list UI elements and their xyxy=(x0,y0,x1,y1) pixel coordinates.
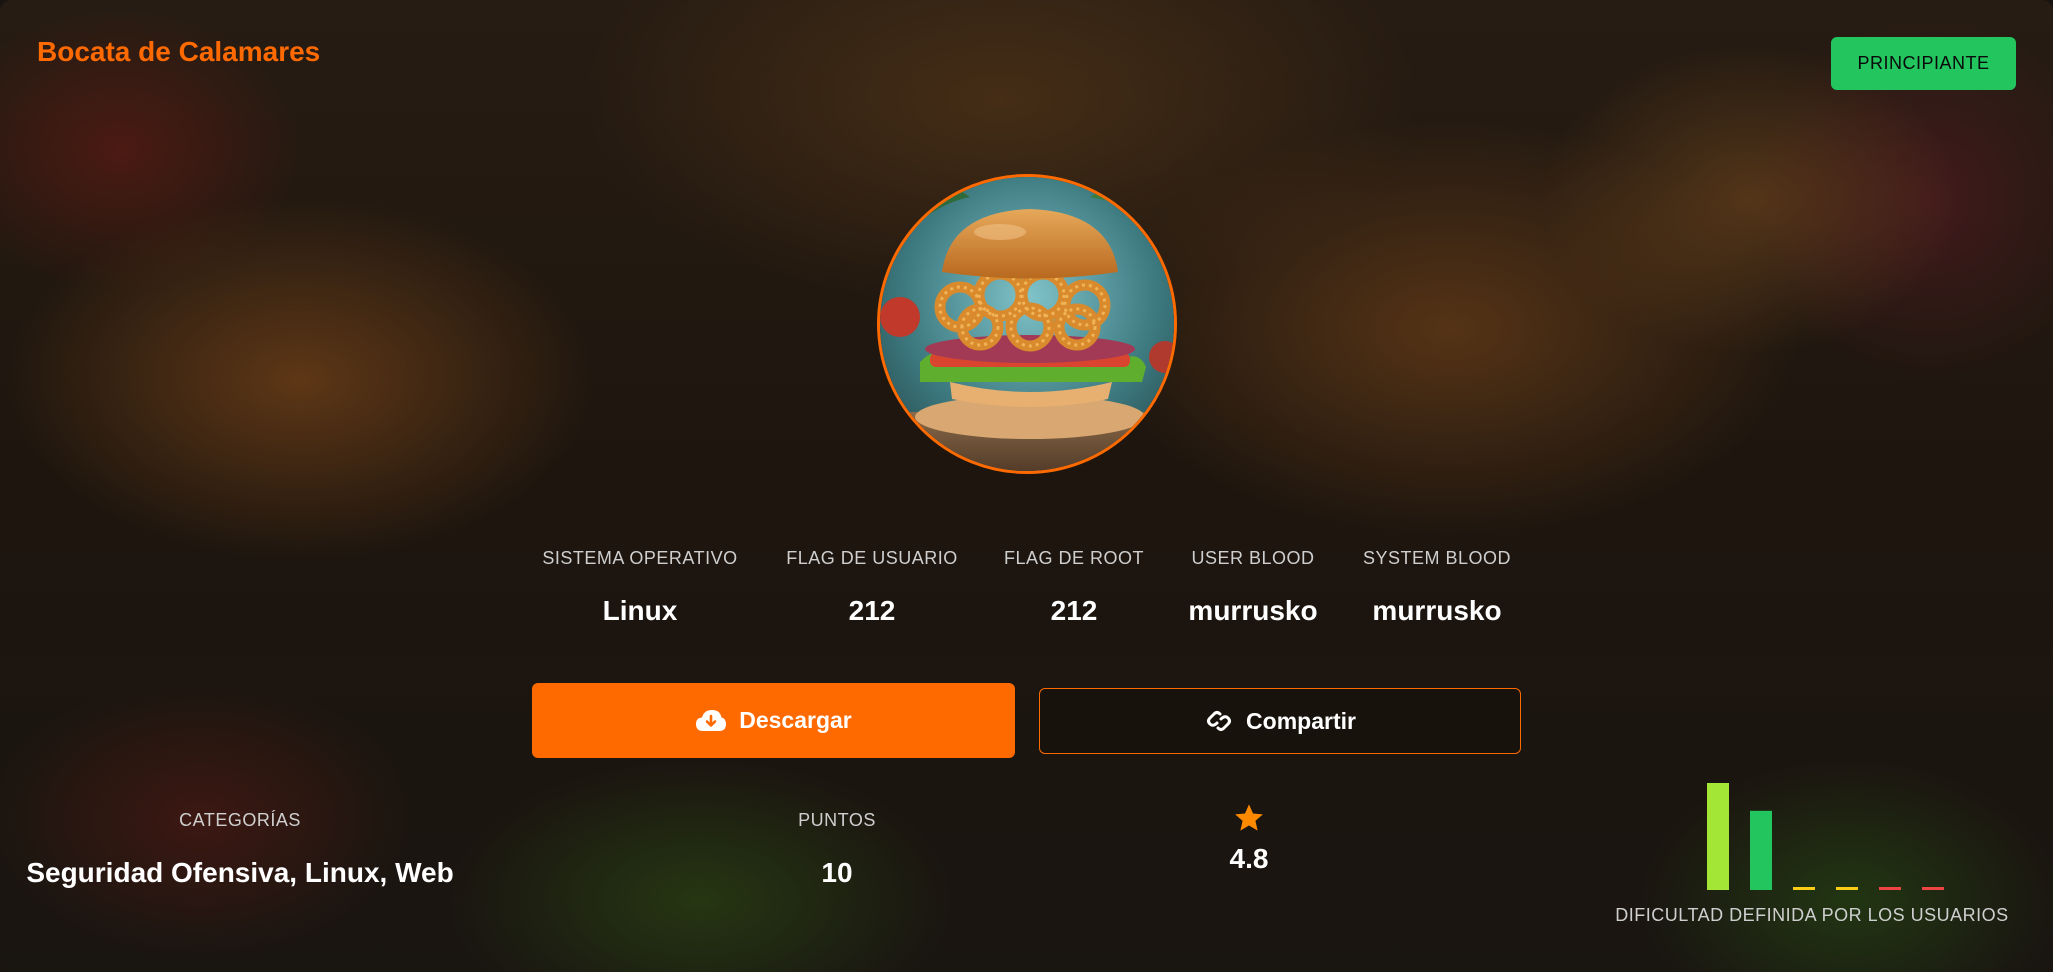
star-icon xyxy=(1235,804,1263,831)
level-badge[interactable]: PRINCIPIANTE xyxy=(1831,37,2016,90)
link-icon xyxy=(1207,711,1232,731)
points-label: PUNTOS xyxy=(798,810,876,830)
difficulty-bar-3 xyxy=(1793,887,1815,890)
stat-os-value: Linux xyxy=(602,595,678,626)
bocata-image xyxy=(880,177,1174,471)
rating-value: 4.8 xyxy=(1229,843,1269,874)
difficulty-bar-4 xyxy=(1836,887,1858,890)
machine-avatar xyxy=(877,174,1177,474)
stat-system-blood-label: SYSTEM BLOOD xyxy=(1362,548,1512,568)
difficulty-bar-6 xyxy=(1922,887,1944,890)
download-button-label: Descargar xyxy=(739,707,852,733)
stat-os: SISTEMA OPERATIVO Linux xyxy=(530,548,750,627)
stat-user-flag-label: FLAG DE USUARIO xyxy=(786,548,958,568)
machine-title: Bocata de Calamares xyxy=(37,36,321,67)
difficulty-bar-5 xyxy=(1879,887,1901,890)
cloud-download-icon xyxy=(696,709,727,731)
rating: 4.8 xyxy=(1149,802,1349,875)
categories-value: Seguridad Ofensiva, Linux, Web xyxy=(26,857,454,888)
stat-system-blood-value[interactable]: murrusko xyxy=(1327,595,1547,627)
difficulty-bar-2 xyxy=(1750,810,1772,890)
categories-label: CATEGORÍAS xyxy=(179,810,301,830)
difficulty-label: DIFICULTAD DEFINIDA POR LOS USUARIOS xyxy=(1615,905,2009,925)
stat-system-blood: SYSTEM BLOOD murrusko xyxy=(1327,548,1547,627)
points-value: 10 xyxy=(821,857,853,888)
difficulty-chart xyxy=(1707,783,1944,890)
share-button-label: Compartir xyxy=(1246,707,1356,734)
stat-user-flag-value: 212 xyxy=(848,595,896,626)
download-button[interactable]: Descargar xyxy=(532,683,1015,758)
difficulty-bar-1 xyxy=(1707,783,1729,890)
stat-os-label: SISTEMA OPERATIVO xyxy=(542,548,738,568)
share-button[interactable]: Compartir xyxy=(1039,688,1521,754)
machine-card: Bocata de Calamares PRINCIPIANTE SISTEMA… xyxy=(0,0,2053,972)
categories: CATEGORÍAS Seguridad Ofensiva, Linux, We… xyxy=(20,810,460,889)
stat-user-flag: FLAG DE USUARIO 212 xyxy=(762,548,982,627)
points: PUNTOS 10 xyxy=(737,810,937,889)
